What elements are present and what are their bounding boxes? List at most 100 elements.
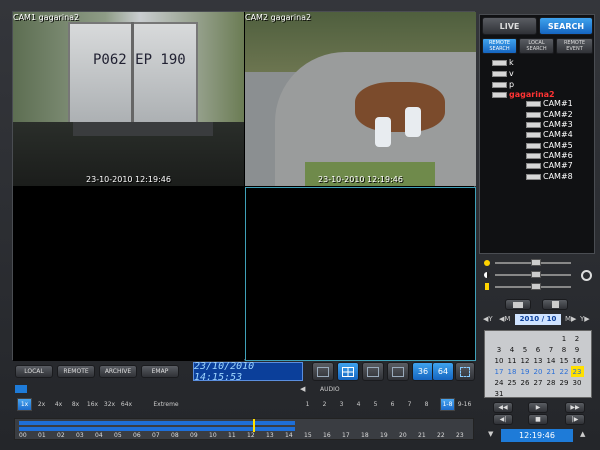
local-button[interactable]: LOCAL bbox=[15, 365, 53, 378]
audio-channel-3[interactable]: 3 bbox=[334, 398, 349, 411]
time-up-icon[interactable]: ▲ bbox=[580, 430, 585, 438]
calendar-day[interactable]: 13 bbox=[532, 355, 545, 366]
prev-month-icon[interactable]: ◀M bbox=[499, 315, 510, 323]
tree-cam-4[interactable]: CAM#4 bbox=[526, 130, 573, 139]
calendar-day[interactable]: 20 bbox=[532, 366, 545, 377]
tree-cam-7[interactable]: CAM#7 bbox=[526, 161, 573, 170]
channel-group-1-8[interactable]: 1-8 bbox=[440, 398, 455, 411]
tree-cam-1[interactable]: CAM#1 bbox=[526, 99, 573, 108]
layout-4-button[interactable] bbox=[337, 362, 359, 381]
tree-cam-2[interactable]: CAM#2 bbox=[526, 110, 573, 119]
calendar-day[interactable]: 7 bbox=[545, 344, 558, 355]
subtab-remote-event[interactable]: REMOTE EVENT bbox=[556, 38, 593, 54]
calendar-day[interactable]: 4 bbox=[506, 344, 519, 355]
calendar-day[interactable]: 23 bbox=[570, 366, 584, 377]
speed-button-1x[interactable]: 1x bbox=[17, 398, 32, 411]
speed-button-4x[interactable]: 4x bbox=[51, 398, 66, 411]
calendar-day[interactable]: 16 bbox=[571, 355, 584, 366]
camera-view-3[interactable] bbox=[13, 187, 244, 361]
time-down-icon[interactable]: ▼ bbox=[488, 430, 493, 438]
fast-backward-button[interactable]: ◀◀ bbox=[493, 402, 513, 413]
calendar-day[interactable]: 6 bbox=[532, 344, 545, 355]
calendar-day[interactable]: 17 bbox=[493, 366, 506, 377]
calendar-day[interactable]: 10 bbox=[493, 355, 506, 366]
calendar-day[interactable]: 30 bbox=[571, 377, 584, 388]
calendar-day[interactable]: 1 bbox=[558, 333, 571, 344]
save-button[interactable] bbox=[542, 299, 568, 310]
audio-channel-2[interactable]: 2 bbox=[317, 398, 332, 411]
calendar-day[interactable]: 9 bbox=[571, 344, 584, 355]
calendar-day[interactable]: 5 bbox=[519, 344, 532, 355]
layout-16-button[interactable] bbox=[387, 362, 409, 381]
speed-button-2x[interactable]: 2x bbox=[34, 398, 49, 411]
tree-cam-5[interactable]: CAM#5 bbox=[526, 141, 573, 150]
audio-channel-1[interactable]: 1 bbox=[300, 398, 315, 411]
tree-site-1[interactable]: k bbox=[492, 58, 514, 67]
camera-view-4[interactable] bbox=[245, 187, 476, 361]
speed-button-64x[interactable]: 64x bbox=[119, 398, 134, 411]
calendar-day[interactable]: 22 bbox=[558, 366, 571, 377]
calendar-day[interactable]: 26 bbox=[519, 377, 532, 388]
speed-button-extreme[interactable]: Extreme bbox=[149, 398, 183, 411]
subtab-local-search[interactable]: LOCAL SEARCH bbox=[519, 38, 554, 54]
tree-group[interactable]: gagarina2 bbox=[492, 90, 555, 99]
layout-9-button[interactable] bbox=[362, 362, 384, 381]
color-slider-thumb[interactable] bbox=[531, 283, 541, 290]
audio-channel-6[interactable]: 6 bbox=[385, 398, 400, 411]
calendar-day[interactable]: 15 bbox=[558, 355, 571, 366]
subtab-remote-search[interactable]: REMOTE SEARCH bbox=[482, 38, 517, 54]
calendar-day[interactable]: 11 bbox=[506, 355, 519, 366]
calendar-day[interactable]: 25 bbox=[506, 377, 519, 388]
channel-group-9-16[interactable]: 9-16 bbox=[457, 398, 472, 411]
speed-button-16x[interactable]: 16x bbox=[85, 398, 100, 411]
tree-cam-6[interactable]: CAM#6 bbox=[526, 151, 573, 160]
layout-64-button[interactable]: 64 bbox=[432, 362, 454, 381]
contrast-slider-thumb[interactable] bbox=[531, 271, 541, 278]
print-button[interactable] bbox=[505, 299, 531, 310]
calendar-day[interactable]: 27 bbox=[532, 377, 545, 388]
calendar-day[interactable]: 18 bbox=[506, 366, 519, 377]
layout-1-button[interactable] bbox=[312, 362, 334, 381]
audio-channel-7[interactable]: 7 bbox=[402, 398, 417, 411]
calendar-day[interactable]: 2 bbox=[571, 333, 584, 344]
emap-button[interactable]: EMAP bbox=[141, 365, 179, 378]
speed-button-32x[interactable]: 32x bbox=[102, 398, 117, 411]
timeline[interactable]: 00 01 02 03 04 05 06 07 08 09 10 11 12 13 14 15 16 17 18 19… bbox=[14, 418, 474, 440]
tree-cam-3[interactable]: CAM#3 bbox=[526, 120, 573, 129]
fullscreen-button[interactable] bbox=[455, 362, 475, 381]
tab-live[interactable]: LIVE bbox=[482, 17, 537, 35]
calendar-day[interactable]: 24 bbox=[493, 377, 506, 388]
play-button[interactable]: ▶ bbox=[528, 402, 548, 413]
calendar-day[interactable]: 8 bbox=[558, 344, 571, 355]
prev-year-icon[interactable]: ◀Y bbox=[483, 315, 493, 323]
reset-icon[interactable] bbox=[581, 270, 592, 281]
next-year-icon[interactable]: Y▶ bbox=[580, 315, 590, 323]
audio-channel-5[interactable]: 5 bbox=[368, 398, 383, 411]
layout-36-button[interactable]: 36 bbox=[412, 362, 434, 381]
fast-forward-button[interactable]: ▶▶ bbox=[565, 402, 585, 413]
audio-channel-8[interactable]: 8 bbox=[419, 398, 434, 411]
tree-site-2[interactable]: v bbox=[492, 69, 514, 78]
tab-search[interactable]: SEARCH bbox=[539, 17, 593, 35]
calendar-day[interactable]: 3 bbox=[493, 344, 506, 355]
camera-view-1[interactable]: P062 EP 190 CAM1 gagarina2 23-10-2010 12… bbox=[13, 12, 244, 186]
calendar-day[interactable]: 28 bbox=[545, 377, 558, 388]
tree-site-3[interactable]: p bbox=[492, 80, 514, 89]
prev-frame-button[interactable]: ◀| bbox=[493, 414, 513, 425]
calendar-day[interactable]: 14 bbox=[545, 355, 558, 366]
tree-cam-8[interactable]: CAM#8 bbox=[526, 172, 573, 181]
remote-button[interactable]: REMOTE bbox=[57, 365, 95, 378]
audio-channel-4[interactable]: 4 bbox=[351, 398, 366, 411]
calendar-day[interactable]: 31 bbox=[493, 388, 506, 399]
camera-view-2[interactable]: CAM2 gagarina2 23-10-2010 12:19:46 bbox=[245, 12, 476, 186]
calendar-day[interactable]: 19 bbox=[519, 366, 532, 377]
next-month-icon[interactable]: M▶ bbox=[565, 315, 576, 323]
calendar-day[interactable]: 12 bbox=[519, 355, 532, 366]
speed-button-8x[interactable]: 8x bbox=[68, 398, 83, 411]
timeline-cursor[interactable] bbox=[253, 419, 255, 432]
next-frame-button[interactable]: |▶ bbox=[565, 414, 585, 425]
stop-button[interactable]: ■ bbox=[528, 414, 548, 425]
archive-button[interactable]: ARCHIVE bbox=[99, 365, 137, 378]
audio-back-icon[interactable]: ◀ bbox=[300, 385, 305, 393]
calendar-day[interactable]: 29 bbox=[558, 377, 571, 388]
